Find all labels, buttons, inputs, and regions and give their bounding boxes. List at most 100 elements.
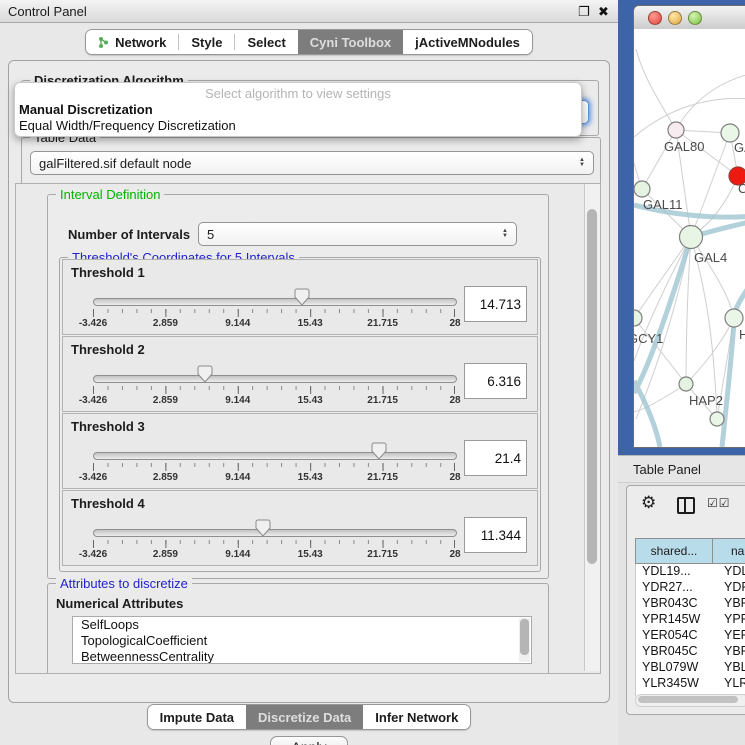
close-icon[interactable]: ✖: [598, 4, 609, 20]
tab-jactivemnodules[interactable]: jActiveMNodules: [403, 30, 532, 54]
column-header-name[interactable]: name: [713, 539, 745, 563]
table-row[interactable]: YBR045CYBR0: [636, 644, 745, 660]
top-tab-bar: Network Style Select Cyni Toolbox jActiv…: [0, 29, 618, 55]
threshold-1-slider[interactable]: -3.426 2.859 9.144 15.43 21.715 28: [93, 282, 455, 330]
dropdown-option-manual[interactable]: Manual Discretization: [15, 102, 581, 118]
tab-label: Infer Network: [375, 710, 458, 725]
network-view-frame: GAL80 GA C GAL11 GAL4 GCY1 H HAP2: [618, 0, 745, 455]
table-header-row: shared... name: [635, 538, 745, 564]
node-bottom[interactable]: [710, 412, 724, 426]
intervals-value: 5: [207, 227, 214, 242]
tab-discretize-data[interactable]: Discretize Data: [246, 705, 363, 729]
node-h[interactable]: [725, 309, 743, 327]
table-toolbar: ⚙ ☑☑: [627, 492, 745, 522]
node-table: shared... name YDL19...YDL1 YDR27...YDR2…: [635, 538, 745, 696]
number-of-intervals-label: Number of Intervals: [68, 227, 190, 242]
table-body: YDL19...YDL1 YDR27...YDR2 YBR043CYBR0 YP…: [635, 564, 745, 696]
control-panel: Control Panel ❐ ✖ Network Style: [0, 0, 619, 745]
list-scrollbar[interactable]: [519, 618, 530, 662]
threshold-panel: Threshold 1 -3.426 2.859 9.: [62, 259, 538, 335]
network-window: GAL80 GA C GAL11 GAL4 GCY1 H HAP2: [633, 5, 745, 448]
slider-tick-labels: -3.426 2.859 9.144 15.43 21.715 28: [93, 395, 455, 407]
slider-ticks: [93, 386, 455, 394]
vertical-scrollbar[interactable]: [584, 184, 600, 671]
number-of-intervals-combobox[interactable]: 5 ▲▼: [198, 222, 517, 246]
tab-label: Network: [115, 35, 166, 50]
tab-style[interactable]: Style: [179, 30, 234, 54]
select-columns-icon[interactable]: ☑☑: [707, 496, 731, 510]
table-row[interactable]: YBR043CYBR0: [636, 596, 745, 612]
list-item[interactable]: SelfLoops: [73, 617, 531, 633]
list-item[interactable]: TopologicalCoefficient: [73, 633, 531, 649]
threshold-label: Threshold 1: [71, 265, 145, 280]
network-window-titlebar[interactable]: [634, 6, 745, 30]
scrollbar-thumb[interactable]: [520, 619, 529, 655]
threshold-3-value-field[interactable]: 21.4: [464, 440, 527, 476]
table-row[interactable]: YBL079WYBL0: [636, 660, 745, 676]
threshold-3-slider[interactable]: -3.426 2.859 9.144 15.43 21.715 28: [93, 436, 455, 484]
control-panel-titlebar: Control Panel ❐ ✖: [0, 0, 618, 23]
tab-network[interactable]: Network: [86, 30, 178, 54]
minimize-traffic-light-icon[interactable]: [668, 11, 682, 25]
table-row[interactable]: YLR345WYLR3: [636, 676, 745, 692]
algorithm-dropdown-popup: Select algorithm to view settings Manual…: [14, 82, 582, 137]
spinner-arrows-icon: ▲▼: [502, 229, 508, 239]
table-row[interactable]: YER054CYER0: [636, 628, 745, 644]
dropdown-hint: Select algorithm to view settings: [15, 83, 581, 102]
dropdown-option-equal-width[interactable]: Equal Width/Frequency Discretization: [15, 118, 581, 134]
apply-button[interactable]: Apply: [270, 736, 347, 745]
node-gal80[interactable]: [668, 122, 684, 138]
column-header-shared-name[interactable]: shared...: [636, 539, 713, 563]
right-dock: GAL80 GA C GAL11 GAL4 GCY1 H HAP2 Table …: [618, 0, 745, 745]
slider-track[interactable]: [93, 529, 457, 537]
network-canvas[interactable]: GAL80 GA C GAL11 GAL4 GCY1 H HAP2: [634, 29, 745, 447]
threshold-4-slider[interactable]: -3.426 2.859 9.144 15.43 21.715 28: [93, 513, 455, 561]
slider-track[interactable]: [93, 298, 457, 306]
apply-button-row: Apply: [9, 736, 609, 745]
horizontal-scrollbar[interactable]: [635, 694, 745, 707]
zoom-traffic-light-icon[interactable]: [688, 11, 702, 25]
tab-select[interactable]: Select: [235, 30, 297, 54]
network-icon: [98, 36, 110, 49]
tab-cyni-toolbox[interactable]: Cyni Toolbox: [298, 30, 403, 54]
node-gal4[interactable]: [680, 226, 703, 249]
column-browser-icon[interactable]: [677, 497, 695, 514]
slider-ticks: [93, 540, 455, 548]
tab-label: Impute Data: [160, 710, 234, 725]
node-hap2[interactable]: [679, 377, 693, 391]
scrollbar-thumb[interactable]: [638, 696, 738, 703]
threshold-2-value-field[interactable]: 6.316: [464, 363, 527, 399]
screen: Control Panel ❐ ✖ Network Style: [0, 0, 745, 745]
threshold-1-value-field[interactable]: 14.713: [464, 286, 527, 322]
tab-infer-network[interactable]: Infer Network: [363, 705, 470, 729]
threshold-panel: Threshold 3 -3.426 2.859 9.: [62, 413, 538, 489]
node-label: H: [739, 327, 745, 342]
table-panel-header: Table Panel: [618, 455, 745, 483]
node-gal11[interactable]: [634, 181, 650, 197]
slider-track[interactable]: [93, 452, 457, 460]
threshold-label: Threshold 3: [71, 419, 145, 434]
close-traffic-light-icon[interactable]: [648, 11, 662, 25]
tab-impute-data[interactable]: Impute Data: [148, 705, 246, 729]
slider-handle[interactable]: [294, 288, 310, 306]
slider-handle[interactable]: [197, 365, 213, 383]
table-data-combobox[interactable]: galFiltered.sif default node ▲▼: [30, 151, 594, 175]
slider-track[interactable]: [93, 375, 457, 383]
gear-icon[interactable]: ⚙: [641, 493, 656, 513]
slider-handle[interactable]: [255, 519, 271, 537]
table-panel-title: Table Panel: [633, 462, 701, 477]
node-label: HAP2: [689, 393, 723, 408]
threshold-2-slider[interactable]: -3.426 2.859 9.144 15.43 21.715 28: [93, 359, 455, 407]
threshold-4-value-field[interactable]: 11.344: [464, 517, 527, 553]
slider-handle[interactable]: [371, 442, 387, 460]
table-row[interactable]: YPR145WYPR1: [636, 612, 745, 628]
node-gcy1[interactable]: [634, 310, 642, 326]
tab-label: Style: [191, 35, 222, 50]
scrollbar-thumb[interactable]: [587, 209, 597, 564]
table-row[interactable]: YDR27...YDR2: [636, 580, 745, 596]
attributes-list[interactable]: SelfLoops TopologicalCoefficient Between…: [72, 616, 532, 664]
list-item[interactable]: BetweennessCentrality: [73, 649, 531, 664]
float-window-icon[interactable]: ❐: [578, 4, 590, 20]
table-row[interactable]: YDL19...YDL1: [636, 564, 745, 580]
tab-label: Cyni Toolbox: [310, 35, 391, 50]
